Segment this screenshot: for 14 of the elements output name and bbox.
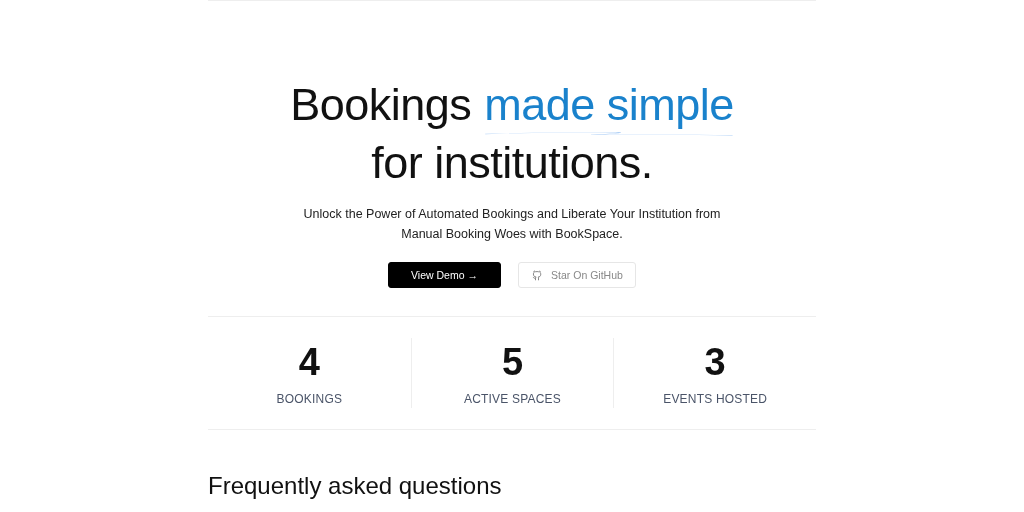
stat-value: 3	[704, 340, 726, 384]
headline-text: Bookings	[290, 79, 472, 130]
github-button[interactable]: Star On GitHub	[518, 262, 636, 288]
subtitle-text: Unlock the Power of Automated Bookings and Liberate Your Institution from Manual Booking Woes with BookSpace.	[302, 206, 722, 243]
stat-value: 5	[501, 340, 524, 384]
github-icon	[531, 269, 544, 281]
view-demo-button[interactable]: View Demo →	[388, 262, 501, 288]
headline-text: for institutions.	[371, 137, 653, 188]
stat-label: ACTIVE SPACES	[463, 392, 562, 406]
section-heading: Frequently asked questions	[208, 472, 503, 500]
stat-value: 4	[298, 340, 320, 384]
headline-highlight: made simple	[484, 79, 734, 130]
stat-label: BOOKINGS	[276, 392, 343, 406]
stat-label: EVENTS HOSTED	[663, 392, 768, 406]
